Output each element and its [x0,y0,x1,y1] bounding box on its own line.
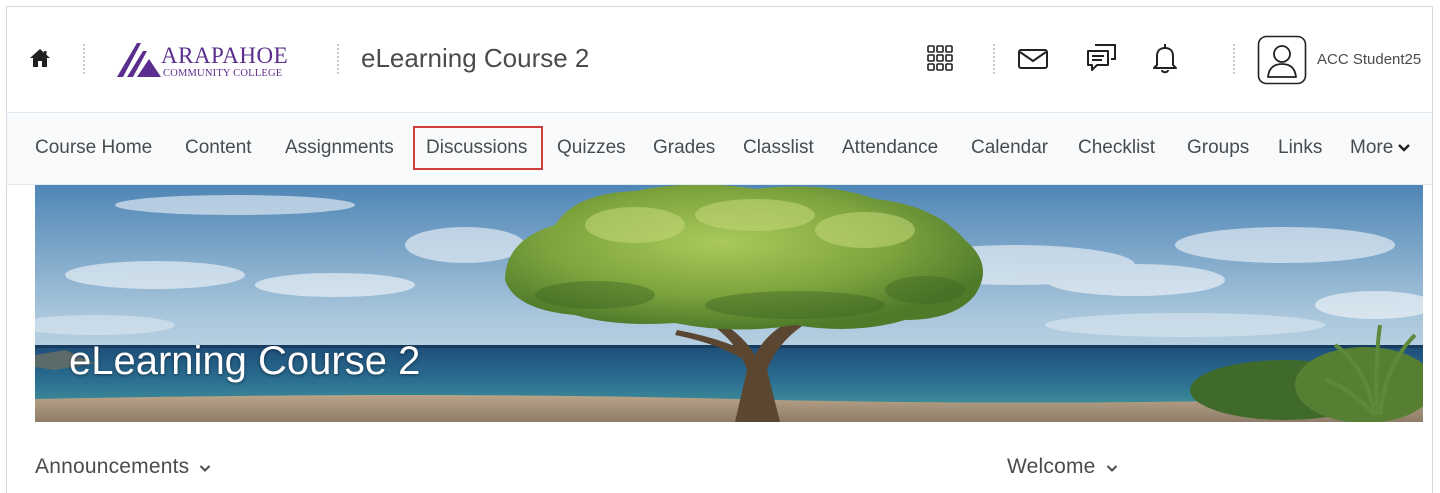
welcome-title: Welcome [1007,455,1096,478]
nav-more-menu[interactable]: More [1350,135,1411,161]
nav-links[interactable]: Links [1278,135,1322,161]
bell-icon[interactable] [1151,41,1179,75]
nav-attendance[interactable]: Attendance [842,135,938,161]
chevron-down-icon [1397,135,1411,161]
nav-groups[interactable]: Groups [1187,135,1249,161]
nav-content[interactable]: Content [185,135,252,161]
user-name[interactable]: ACC Student25 [1317,51,1421,68]
divider [1233,44,1235,74]
logo-name-line2: COMMUNITY COLLEGE [163,68,282,79]
apps-grid-icon[interactable] [925,43,955,73]
app-frame: ARAPAHOE COMMUNITY COLLEGE eLearning Cou… [6,6,1433,493]
user-avatar-icon[interactable] [1257,35,1307,85]
nav-calendar[interactable]: Calendar [971,135,1048,161]
nav-course-home[interactable]: Course Home [35,135,152,161]
welcome-widget-header: Welcome [1007,455,1118,479]
course-title-link[interactable]: eLearning Course 2 [361,43,589,74]
logo-name-line1: ARAPAHOE [161,43,288,68]
nav-quizzes[interactable]: Quizzes [557,135,626,161]
banner-title: eLearning Course 2 [69,339,421,383]
top-header: ARAPAHOE COMMUNITY COLLEGE eLearning Cou… [7,7,1432,113]
course-navbar: Course Home Content Assignments Discussi… [7,113,1432,185]
announcements-title: Announcements [35,455,190,478]
nav-more-label: More [1350,137,1394,159]
chat-icon[interactable] [1085,41,1119,75]
divider [993,44,995,74]
divider [83,44,85,74]
home-icon[interactable] [27,45,53,71]
divider [337,44,339,74]
nav-grades[interactable]: Grades [653,135,715,161]
nav-assignments[interactable]: Assignments [285,135,394,161]
chevron-down-icon[interactable] [1106,455,1118,479]
mail-icon[interactable] [1017,47,1049,71]
college-logo[interactable]: ARAPAHOE COMMUNITY COLLEGE [115,39,311,79]
chevron-down-icon[interactable] [199,455,211,479]
course-banner-image: eLearning Course 2 [35,185,1423,422]
nav-checklist[interactable]: Checklist [1078,135,1155,161]
nav-discussions[interactable]: Discussions [426,135,527,161]
announcements-widget-header: Announcements [35,455,211,479]
nav-classlist[interactable]: Classlist [743,135,814,161]
